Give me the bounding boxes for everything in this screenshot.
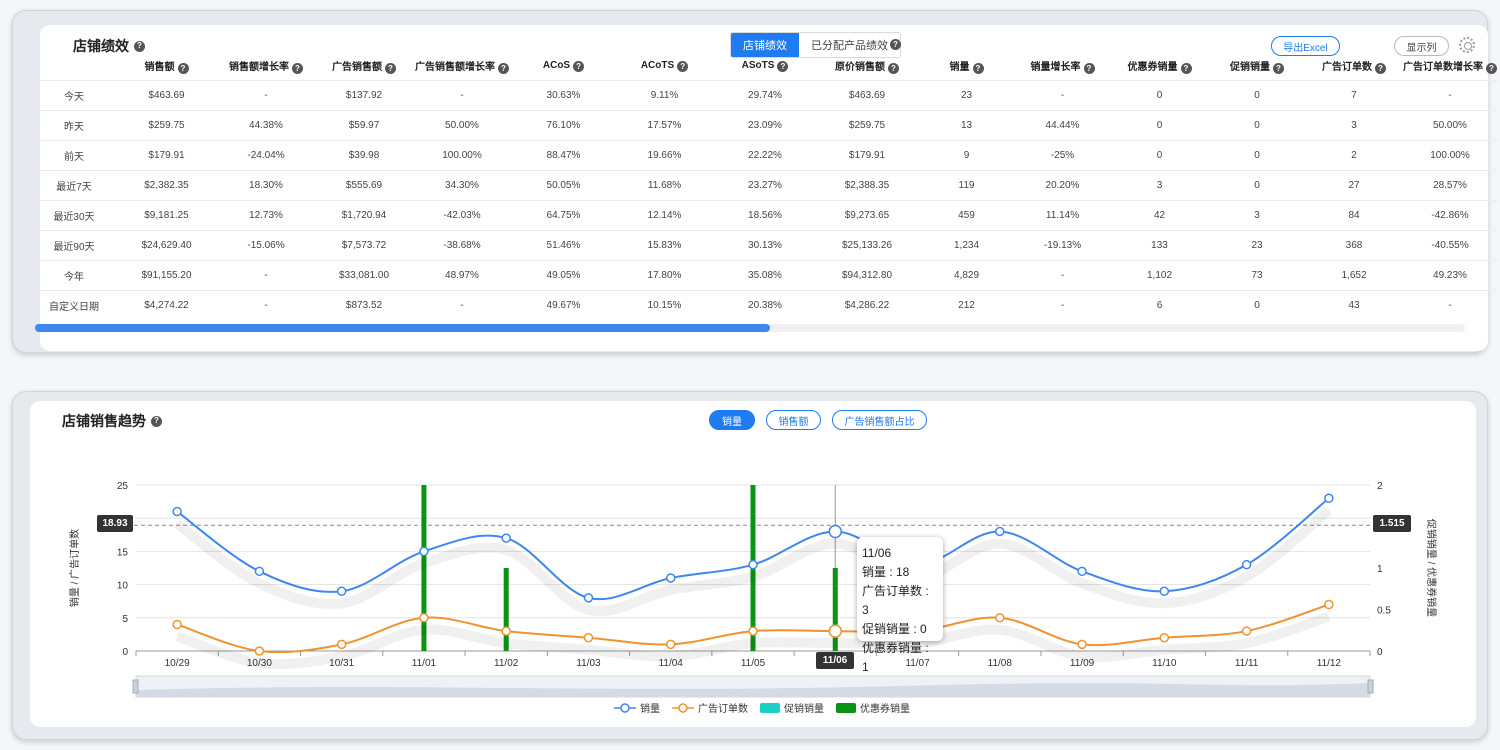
tooltip-line: 广告订单数 : 3	[862, 584, 929, 617]
chart-tooltip: 11/06 销量 : 18 广告订单数 : 3 促销销量 : 0 优惠券销量 :…	[857, 537, 943, 674]
point-ad-orders	[172, 619, 182, 630]
cursor-left-value: 18.93	[97, 515, 133, 532]
x-tick-label: 11/03	[576, 658, 601, 669]
point-sales-volume	[1324, 493, 1334, 504]
x-tick-label: 11/10	[1152, 658, 1177, 669]
point-ad-orders	[419, 613, 429, 623]
point-ad-orders	[1159, 632, 1170, 643]
y2-axis-label: 促销销量 / 优惠券销量	[1425, 519, 1438, 617]
x-tick-label: 10/29	[165, 658, 190, 669]
legend-marker-icon	[678, 703, 688, 713]
cursor-right-value: 1.515	[1373, 515, 1411, 532]
point-sales-volume	[419, 546, 429, 557]
point-ad-orders	[254, 646, 265, 656]
zoom-handle-right	[1367, 679, 1374, 694]
point-sales-volume	[583, 593, 594, 603]
point-sales-volume	[336, 586, 347, 596]
legend-label: 销量	[640, 702, 660, 715]
point-ad-orders	[665, 639, 676, 650]
y-tick-label: 5	[122, 614, 128, 625]
y2-tick-label: 2	[1377, 481, 1383, 492]
x-tick-label: 11/02	[494, 658, 519, 669]
sales-trend-chart: 051015202500.511.52销量 / 广告订单数促销销量 / 优惠券销…	[68, 481, 1438, 715]
point-sales-volume	[995, 526, 1005, 537]
x-tick-label: 11/08	[988, 658, 1013, 669]
tooltip-line: 促销销量 : 0	[862, 622, 927, 636]
legend-swatch-icon	[760, 703, 780, 713]
legend-label: 广告订单数	[698, 702, 748, 715]
y-tick-label: 25	[117, 481, 129, 492]
tooltip-line: 销量 : 18	[862, 565, 910, 579]
y-tick-label: 0	[122, 647, 128, 658]
y2-tick-label: 0	[1377, 647, 1383, 658]
point-sales-volume	[1077, 566, 1087, 577]
point-sales-volume	[1159, 586, 1170, 596]
point-ad-orders	[1241, 626, 1252, 636]
legend-label: 优惠券销量	[860, 702, 910, 715]
point-sales-volume	[665, 573, 676, 583]
point-ad-orders	[583, 632, 594, 643]
point-ad-orders	[995, 613, 1005, 623]
point-ad-orders	[501, 626, 511, 636]
point-ad-orders	[1324, 599, 1334, 610]
x-tick-label: 11/01	[412, 658, 437, 669]
y-tick-label: 10	[117, 581, 129, 592]
y2-tick-label: 1	[1377, 564, 1383, 575]
point-ad-orders	[1077, 639, 1087, 650]
y2-tick-label: 0.5	[1377, 606, 1391, 617]
legend-swatch-icon	[836, 703, 856, 713]
cursor-x-label: 11/06	[816, 652, 854, 669]
point-sales-volume	[1241, 559, 1252, 570]
point-sales-volume	[501, 533, 511, 543]
x-tick-label: 11/11	[1235, 658, 1259, 669]
tooltip-date: 11/06	[862, 546, 892, 560]
point-sales-volume	[828, 524, 843, 539]
point-ad-orders	[336, 639, 347, 650]
tooltip-line: 优惠券销量 : 1	[862, 641, 929, 674]
x-tick-label: 11/12	[1317, 658, 1342, 669]
zoom-handle-left	[132, 679, 139, 694]
point-sales-volume	[172, 506, 182, 517]
point-sales-volume	[254, 566, 265, 577]
y-axis-label: 销量 / 广告订单数	[68, 529, 81, 607]
point-ad-orders	[748, 626, 758, 636]
x-tick-label: 11/05	[741, 658, 766, 669]
legend-label: 促销销量	[784, 702, 824, 715]
point-sales-volume	[748, 559, 758, 570]
legend-marker-icon	[620, 703, 630, 713]
y-tick-label: 15	[117, 547, 129, 558]
point-ad-orders	[828, 624, 843, 638]
